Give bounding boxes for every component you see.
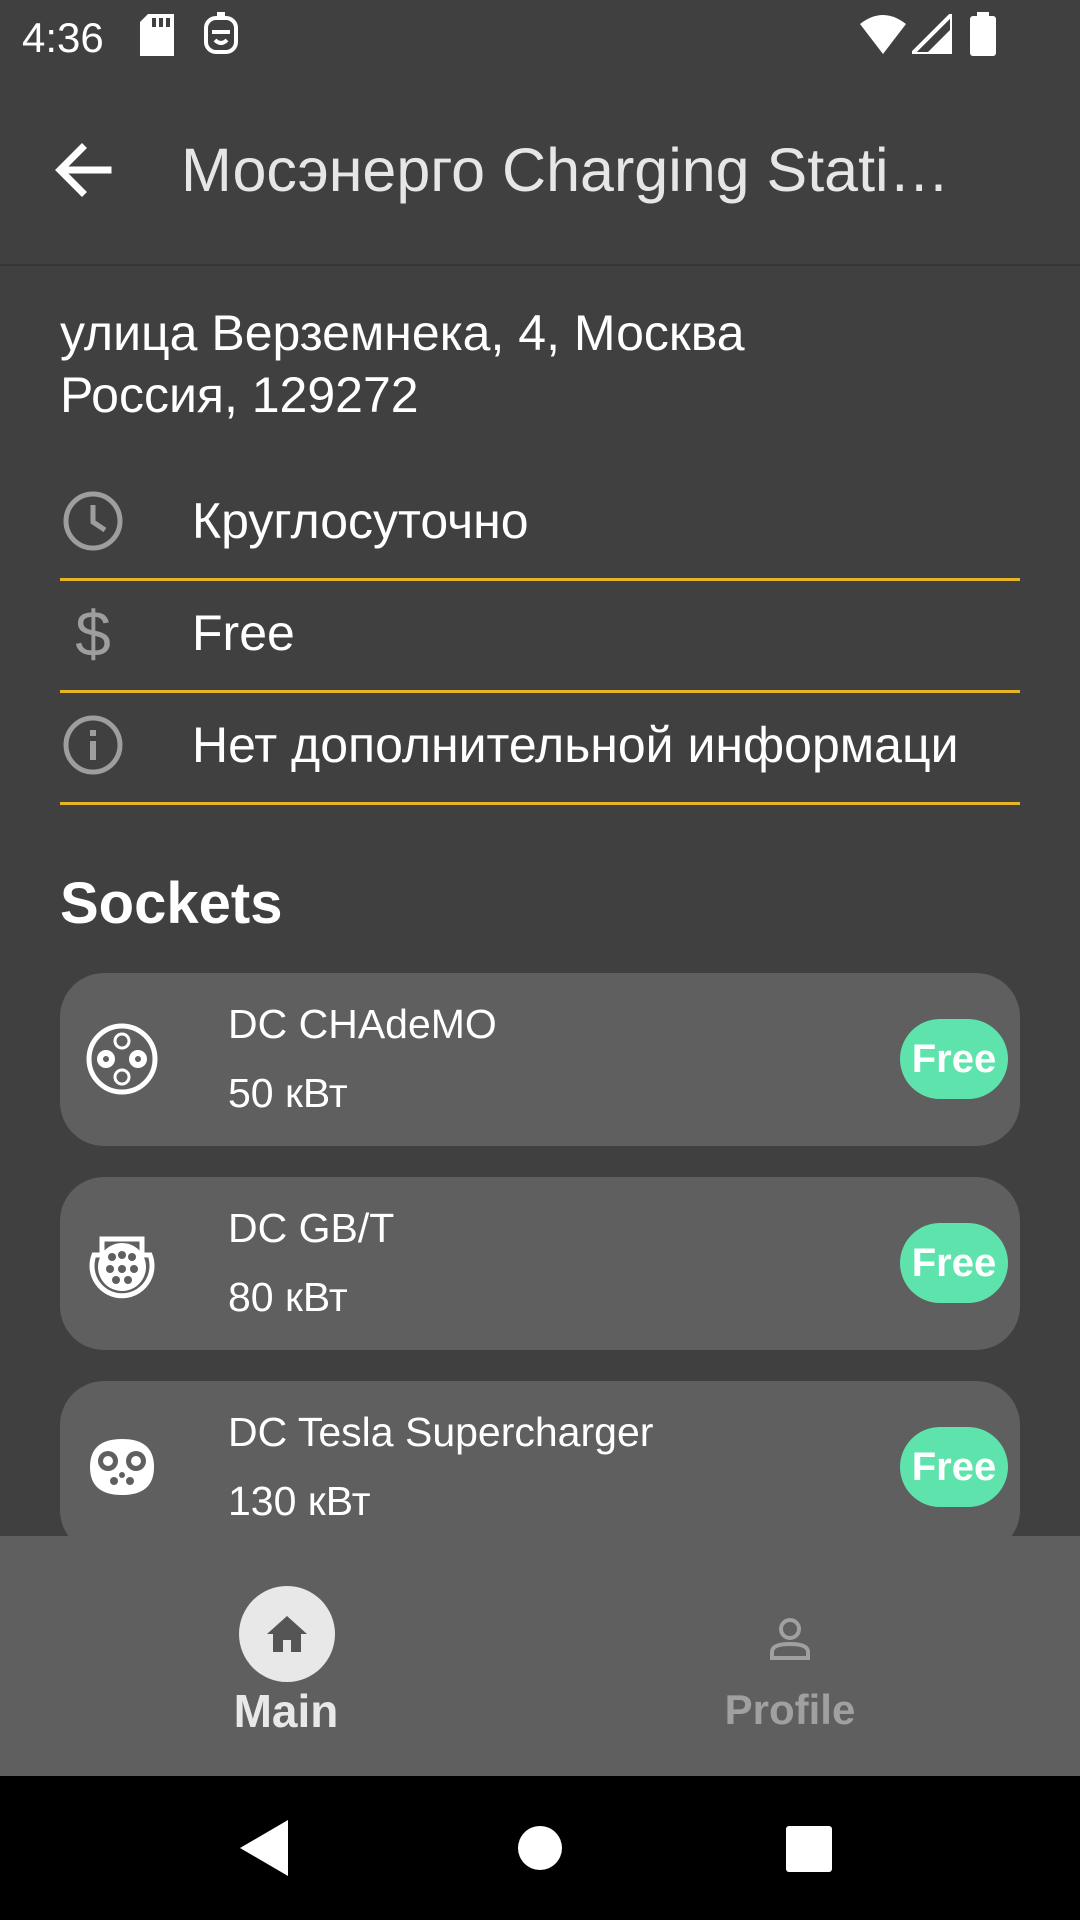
battery-icon bbox=[970, 12, 996, 61]
clock-icon bbox=[63, 491, 123, 551]
arrow-back-icon bbox=[55, 143, 112, 197]
price-text: Free bbox=[192, 605, 295, 661]
socket-name: DC GB/T bbox=[228, 1205, 395, 1251]
address-line-1: улица Верземнека, 4, Москва bbox=[60, 305, 745, 361]
socket-power: 80 кВт bbox=[228, 1274, 348, 1320]
nav-main-label: Main bbox=[233, 1685, 339, 1737]
additional-info-row: Нет дополнительной информаци bbox=[60, 692, 1020, 805]
gbt-connector-icon bbox=[89, 1236, 155, 1299]
back-button[interactable] bbox=[48, 135, 118, 205]
opening-hours-text: Круглосуточно bbox=[192, 493, 529, 549]
sockets-list[interactable]: DC CHAdeMO 50 кВт Free DC GB/T 80 кВт Fr… bbox=[0, 960, 1080, 1536]
price-row: $ Free bbox=[60, 580, 1020, 693]
svg-text:$: $ bbox=[75, 602, 111, 664]
socket-name: DC Tesla Supercharger bbox=[228, 1409, 654, 1455]
socket-card-tesla[interactable]: DC Tesla Supercharger 130 кВт Free bbox=[60, 1381, 1020, 1536]
nav-profile-label: Profile bbox=[724, 1686, 856, 1733]
person-icon bbox=[770, 1618, 810, 1660]
app-bar: Мосэнерго Charging Stati… bbox=[0, 75, 1080, 266]
system-back-button[interactable] bbox=[240, 1820, 290, 1876]
socket-name: DC CHAdeMO bbox=[228, 1001, 497, 1047]
assistant-icon bbox=[203, 12, 239, 61]
opening-hours-row: Круглосуточно bbox=[60, 468, 1020, 581]
status-badge: Free bbox=[900, 1019, 1008, 1099]
tesla-connector-icon bbox=[90, 1439, 154, 1495]
nav-item-profile[interactable]: Profile bbox=[690, 1536, 890, 1776]
nav-main-indicator bbox=[239, 1586, 335, 1682]
info-icon bbox=[63, 715, 123, 775]
status-bar: 4:36 bbox=[0, 0, 1080, 75]
sockets-heading: Sockets bbox=[60, 871, 283, 936]
signal-icon bbox=[907, 9, 954, 59]
station-address: улица Верземнека, 4, Москва Россия, 1292… bbox=[60, 302, 1020, 426]
sd-card-icon bbox=[140, 14, 174, 61]
status-time: 4:36 bbox=[22, 14, 104, 61]
socket-power: 50 кВт bbox=[228, 1070, 348, 1116]
socket-card-chademo[interactable]: DC CHAdeMO 50 кВт Free bbox=[60, 973, 1020, 1146]
chademo-connector-icon bbox=[86, 1023, 158, 1095]
wifi-icon bbox=[860, 14, 906, 59]
bottom-navigation: Main Profile bbox=[0, 1536, 1080, 1776]
status-badge: Free bbox=[900, 1223, 1008, 1303]
home-icon bbox=[267, 1616, 307, 1652]
system-recents-button[interactable] bbox=[786, 1826, 832, 1872]
socket-card-gbt[interactable]: DC GB/T 80 кВт Free bbox=[60, 1177, 1020, 1350]
system-navigation-bar bbox=[0, 1776, 1080, 1920]
address-line-2: Россия, 129272 bbox=[60, 367, 419, 423]
socket-power: 130 кВт bbox=[228, 1478, 371, 1524]
system-home-button[interactable] bbox=[518, 1826, 562, 1870]
nav-item-main[interactable]: Main bbox=[186, 1536, 386, 1776]
status-badge: Free bbox=[900, 1427, 1008, 1507]
additional-info-text: Нет дополнительной информаци bbox=[192, 717, 959, 773]
page-title: Мосэнерго Charging Stati… bbox=[181, 136, 950, 204]
dollar-icon: $ bbox=[75, 602, 111, 664]
